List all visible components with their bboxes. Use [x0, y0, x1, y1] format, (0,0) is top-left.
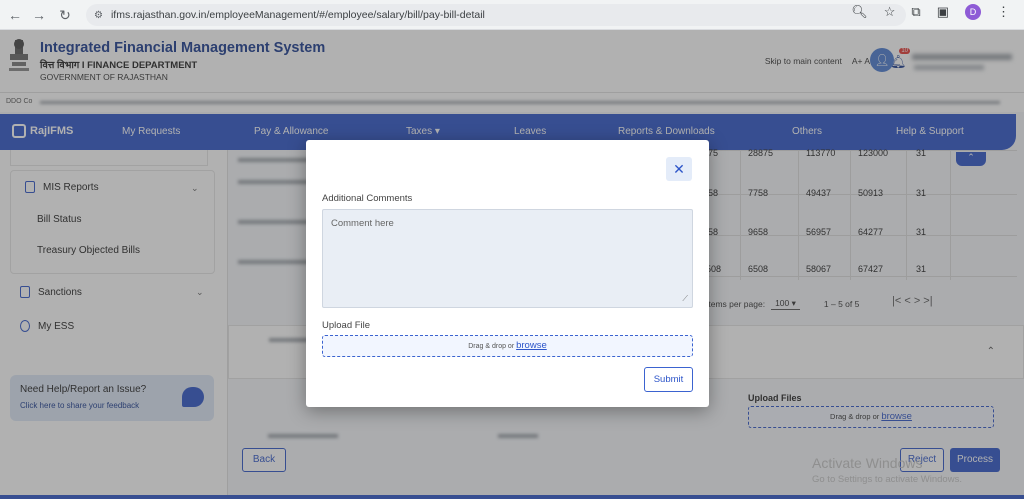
- reload-icon[interactable]: ↻: [54, 4, 76, 26]
- comments-textarea[interactable]: Comment here ⟋: [322, 209, 693, 308]
- upload-file-dropzone[interactable]: Drag & drop or browse: [322, 335, 693, 357]
- bookmark-star-icon[interactable]: ☆: [884, 4, 896, 20]
- comments-label: Additional Comments: [322, 193, 413, 204]
- site-settings-icon[interactable]: ⚙: [94, 10, 103, 21]
- close-icon[interactable]: ✕: [666, 157, 692, 181]
- menu-kebab-icon[interactable]: ⋮: [997, 4, 1010, 20]
- extensions-icon[interactable]: ⧉: [911, 4, 920, 20]
- browser-toolbar: ← → ↻ ⚙ ifms.rajasthan.gov.in/employeeMa…: [0, 0, 1024, 30]
- zoom-icon[interactable]: 🔍︎: [851, 4, 868, 20]
- dropzone-text: Drag & drop or: [468, 343, 517, 350]
- profile-avatar[interactable]: D: [965, 4, 981, 20]
- address-bar[interactable]: ⚙ ifms.rajasthan.gov.in/employeeManageme…: [86, 4, 906, 26]
- forward-arrow-icon[interactable]: →: [28, 4, 50, 26]
- browse-link[interactable]: browse: [516, 340, 547, 351]
- comments-dialog: ✕ Additional Comments Comment here ⟋ Upl…: [306, 140, 709, 407]
- sidepanel-icon[interactable]: ▣: [937, 4, 949, 20]
- upload-file-label: Upload File: [322, 320, 371, 331]
- submit-button[interactable]: Submit: [644, 367, 693, 392]
- back-arrow-icon[interactable]: ←: [4, 4, 26, 26]
- url-text: ifms.rajasthan.gov.in/employeeManagement…: [110, 9, 485, 21]
- comments-placeholder: Comment here: [331, 218, 394, 229]
- resize-handle-icon[interactable]: ⟋: [682, 294, 688, 304]
